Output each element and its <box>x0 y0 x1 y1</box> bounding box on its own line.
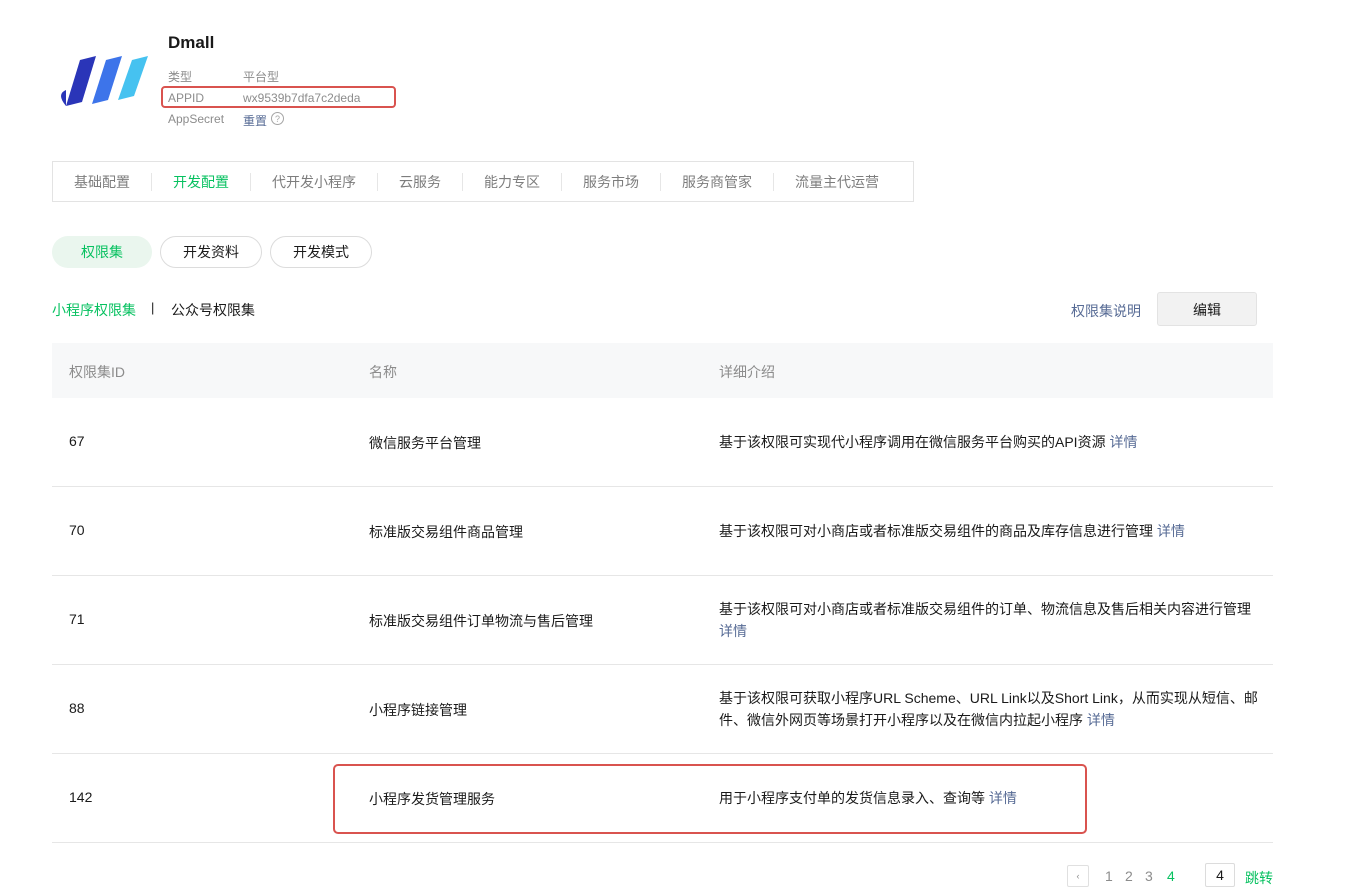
page-3[interactable]: 3 <box>1145 868 1153 884</box>
row-description: 基于该权限可获取小程序URL Scheme、URL Link以及Short Li… <box>719 690 1258 728</box>
row-id: 142 <box>69 789 93 805</box>
edit-button[interactable]: 编辑 <box>1157 292 1257 326</box>
page-1[interactable]: 1 <box>1105 868 1113 884</box>
table-row: 71 标准版交易组件订单物流与售后管理 基于该权限可对小商店或者标准版交易组件的… <box>52 576 1273 665</box>
tab-dev-config[interactable]: 开发配置 <box>152 172 251 191</box>
type-label: 类型 <box>168 70 193 84</box>
appsecret-label: AppSecret <box>168 112 225 126</box>
header-id: 权限集ID <box>69 364 125 380</box>
subtab-official-account-permissions[interactable]: 公众号权限集 <box>171 300 255 320</box>
permission-explain-link[interactable]: 权限集说明 <box>1071 301 1141 321</box>
page-jump-button[interactable]: 跳转 <box>1245 868 1273 888</box>
detail-link[interactable]: 详情 <box>719 623 747 639</box>
table-header: 权限集ID 名称 详细介绍 <box>52 343 1273 398</box>
reset-secret-link[interactable]: 重置 <box>243 112 267 129</box>
row-id: 71 <box>69 611 85 627</box>
type-value: 平台型 <box>243 70 280 84</box>
subtab-separator: | <box>151 300 155 315</box>
app-name: Dmall <box>168 33 215 52</box>
tab-dev-miniprogram[interactable]: 代开发小程序 <box>251 172 378 191</box>
pill-dev-mode[interactable]: 开发模式 <box>270 236 372 268</box>
row-id: 67 <box>69 433 85 449</box>
page-2[interactable]: 2 <box>1125 868 1133 884</box>
row-name: 标准版交易组件商品管理 <box>369 524 523 540</box>
row-id: 70 <box>69 522 85 538</box>
table-row: 88 小程序链接管理 基于该权限可获取小程序URL Scheme、URL Lin… <box>52 665 1273 754</box>
tab-service-manager[interactable]: 服务商管家 <box>661 172 774 191</box>
row-description: 基于该权限可实现代小程序调用在微信服务平台购买的API资源 详情 <box>719 434 1138 450</box>
tab-service-market[interactable]: 服务市场 <box>562 172 661 191</box>
row-id: 88 <box>69 700 85 716</box>
tab-traffic-ops[interactable]: 流量主代运营 <box>774 173 900 191</box>
app-logo <box>61 56 148 106</box>
header-description: 详细介绍 <box>719 364 775 380</box>
row-name: 标准版交易组件订单物流与售后管理 <box>369 613 593 629</box>
tab-capability-zone[interactable]: 能力专区 <box>463 172 562 191</box>
row-description: 基于该权限可对小商店或者标准版交易组件的商品及库存信息进行管理 详情 <box>719 523 1185 539</box>
prev-page-button[interactable]: ‹ <box>1067 865 1089 887</box>
header-name: 名称 <box>369 364 397 380</box>
detail-link[interactable]: 详情 <box>1157 523 1185 539</box>
row-name: 微信服务平台管理 <box>369 435 481 451</box>
pill-dev-resources[interactable]: 开发资料 <box>160 236 262 268</box>
subtab-miniprogram-permissions[interactable]: 小程序权限集 <box>52 300 136 320</box>
appid-highlight-box <box>161 86 396 108</box>
page-jump-input[interactable]: 4 <box>1205 863 1235 887</box>
detail-link[interactable]: 详情 <box>1109 434 1137 450</box>
page-4-current[interactable]: 4 <box>1167 868 1175 884</box>
pill-permission-set[interactable]: 权限集 <box>52 236 152 268</box>
row-description: 基于该权限可对小商店或者标准版交易组件的订单、物流信息及售后相关内容进行管理 详… <box>719 601 1251 639</box>
tab-basic-config[interactable]: 基础配置 <box>53 172 152 191</box>
detail-link[interactable]: 详情 <box>1087 712 1115 728</box>
row-highlight-box <box>333 764 1087 834</box>
help-icon[interactable]: ? <box>271 112 284 125</box>
main-tab-bar: 基础配置 开发配置 代开发小程序 云服务 能力专区 服务市场 服务商管家 流量主… <box>52 161 914 202</box>
tab-cloud-service[interactable]: 云服务 <box>378 172 463 191</box>
table-row: 70 标准版交易组件商品管理 基于该权限可对小商店或者标准版交易组件的商品及库存… <box>52 487 1273 576</box>
row-name: 小程序链接管理 <box>369 702 467 718</box>
table-row: 67 微信服务平台管理 基于该权限可实现代小程序调用在微信服务平台购买的API资… <box>52 398 1273 487</box>
